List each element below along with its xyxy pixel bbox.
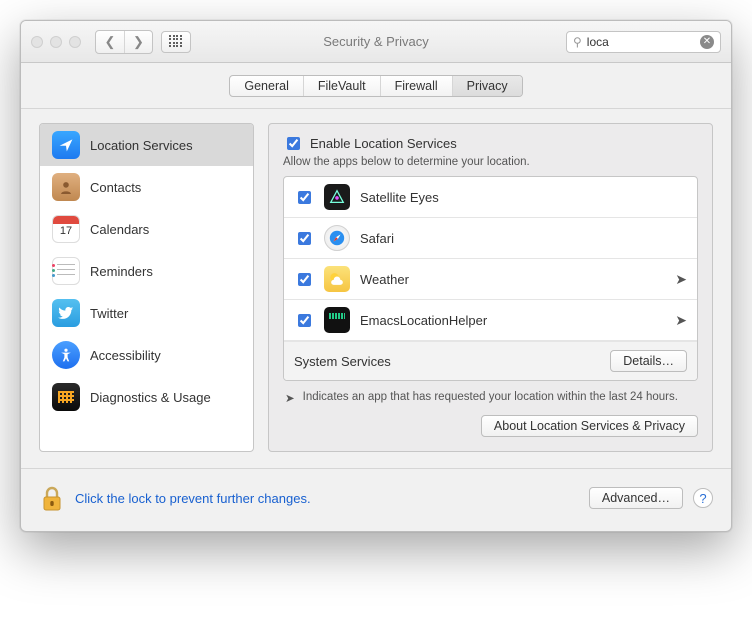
accessibility-icon [52, 341, 80, 369]
window-title: Security & Privacy [323, 34, 428, 49]
preferences-window: ❮ ❯ Security & Privacy ⚲ loca ✕ General … [20, 20, 732, 532]
advanced-button[interactable]: Advanced… [589, 487, 683, 509]
calendar-icon: 17 [52, 215, 80, 243]
enable-location-subtext: Allow the apps below to determine your l… [283, 156, 698, 168]
app-name: Satellite Eyes [360, 190, 687, 205]
app-checkbox[interactable] [298, 314, 311, 327]
app-checkbox[interactable] [298, 232, 311, 245]
zoom-window[interactable] [69, 36, 81, 48]
sidebar-item-label: Diagnostics & Usage [90, 390, 211, 405]
system-services-row: System Services Details… [284, 341, 697, 380]
enable-location-checkbox[interactable] [287, 137, 300, 150]
tab-privacy[interactable]: Privacy [452, 76, 522, 96]
safari-icon [324, 225, 350, 251]
tab-group: General FileVault Firewall Privacy [229, 75, 522, 97]
sidebar-item-label: Twitter [90, 306, 128, 321]
tab-general[interactable]: General [230, 76, 302, 96]
about-location-button[interactable]: About Location Services & Privacy [481, 415, 698, 437]
lock-text[interactable]: Click the lock to prevent further change… [75, 491, 579, 506]
show-all-button[interactable] [161, 31, 191, 53]
lock-icon[interactable] [39, 483, 65, 513]
help-button[interactable]: ? [693, 488, 713, 508]
search-input[interactable]: loca [587, 35, 695, 49]
location-arrow-icon [52, 131, 80, 159]
app-checkbox[interactable] [298, 191, 311, 204]
system-services-label: System Services [294, 354, 391, 369]
about-row: About Location Services & Privacy [283, 415, 698, 437]
clear-search-button[interactable]: ✕ [700, 35, 714, 49]
reminders-icon [52, 257, 80, 285]
diagnostics-icon [52, 383, 80, 411]
sidebar-item-contacts[interactable]: Contacts [40, 166, 253, 208]
tab-firewall[interactable]: Firewall [380, 76, 452, 96]
sidebar-item-twitter[interactable]: Twitter [40, 292, 253, 334]
sidebar-item-label: Reminders [90, 264, 153, 279]
app-name: Safari [360, 231, 687, 246]
sidebar-item-calendars[interactable]: 17 Calendars [40, 208, 253, 250]
app-row[interactable]: Safari [284, 218, 697, 259]
close-window[interactable] [31, 36, 43, 48]
window-controls[interactable] [31, 36, 81, 48]
terminal-icon [324, 307, 350, 333]
location-arrow-icon: ➤ [285, 391, 295, 405]
weather-icon [324, 266, 350, 292]
satellite-eyes-icon [324, 184, 350, 210]
recent-note-text: Indicates an app that has requested your… [303, 391, 678, 405]
search-icon: ⚲ [573, 35, 582, 49]
privacy-sidebar: Location Services Contacts 17 Calendars … [39, 123, 254, 452]
minimize-window[interactable] [50, 36, 62, 48]
recent-location-icon: ➤ [675, 312, 687, 329]
enable-location-row[interactable]: Enable Location Services [283, 134, 698, 153]
sidebar-item-reminders[interactable]: Reminders [40, 250, 253, 292]
app-checkbox[interactable] [298, 273, 311, 286]
nav-back-forward: ❮ ❯ [95, 30, 153, 54]
app-row[interactable]: Weather ➤ [284, 259, 697, 300]
sidebar-item-diagnostics[interactable]: Diagnostics & Usage [40, 376, 253, 418]
twitter-icon [52, 299, 80, 327]
tab-filevault[interactable]: FileVault [303, 76, 380, 96]
enable-location-label: Enable Location Services [310, 136, 457, 151]
app-name: Weather [360, 272, 665, 287]
details-button[interactable]: Details… [610, 350, 687, 372]
sidebar-item-label: Location Services [90, 138, 193, 153]
sidebar-item-location-services[interactable]: Location Services [40, 124, 253, 166]
app-row[interactable]: Satellite Eyes [284, 177, 697, 218]
nav-back-button[interactable]: ❮ [96, 31, 124, 53]
nav-forward-button[interactable]: ❯ [124, 31, 152, 53]
grid-icon [169, 35, 183, 49]
app-list: Satellite Eyes Safari Weather ➤ [283, 176, 698, 381]
tabs-row: General FileVault Firewall Privacy [21, 63, 731, 109]
location-services-panel: Enable Location Services Allow the apps … [268, 123, 713, 452]
app-row[interactable]: EmacsLocationHelper ➤ [284, 300, 697, 341]
recent-note: ➤ Indicates an app that has requested yo… [285, 391, 696, 405]
footer: Click the lock to prevent further change… [21, 468, 731, 531]
sidebar-item-label: Accessibility [90, 348, 161, 363]
sidebar-item-accessibility[interactable]: Accessibility [40, 334, 253, 376]
recent-location-icon: ➤ [675, 271, 687, 288]
content-area: Location Services Contacts 17 Calendars … [21, 109, 731, 468]
app-name: EmacsLocationHelper [360, 313, 665, 328]
contacts-icon [52, 173, 80, 201]
titlebar: ❮ ❯ Security & Privacy ⚲ loca ✕ [21, 21, 731, 63]
sidebar-item-label: Contacts [90, 180, 141, 195]
search-field[interactable]: ⚲ loca ✕ [566, 31, 721, 53]
sidebar-item-label: Calendars [90, 222, 149, 237]
